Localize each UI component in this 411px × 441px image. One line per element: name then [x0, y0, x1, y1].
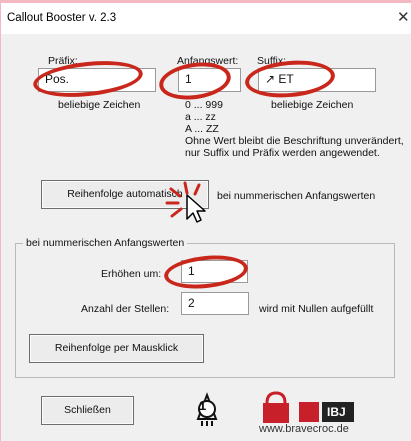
note-line-2: nur Suffix und Präfix werden angewendet.	[185, 147, 380, 159]
start-hint-3: A ... ZZ	[185, 123, 219, 135]
digits-note: wird mit Nullen aufgefüllt	[259, 303, 374, 315]
auto-order-note: bei nummerischen Anfangswerten	[217, 190, 376, 202]
close-button[interactable]: Schließen	[41, 396, 134, 425]
prefix-hint: beliebige Zeichen	[58, 99, 141, 111]
suffix-hint: beliebige Zeichen	[271, 99, 354, 111]
brand-url[interactable]: www.bravecroc.de	[259, 423, 349, 435]
ibj-logo-text: IBJ	[327, 405, 346, 419]
title-bar: Callout Booster v. 2.3 ✕	[1, 3, 411, 34]
window-title: Callout Booster v. 2.3	[7, 12, 117, 24]
start-hint-1: 0 ... 999	[185, 99, 223, 111]
cursor-icon	[165, 181, 206, 223]
close-icon[interactable]: ✕	[397, 8, 411, 28]
digits-input[interactable]: 2	[181, 292, 249, 315]
rocket-number: 1	[199, 398, 207, 413]
mouse-click-order-button[interactable]: Reihenfolge per Mausklick	[29, 334, 204, 363]
start-hint-2: a ... zz	[185, 111, 216, 123]
digits-label: Anzahl der Stellen:	[81, 303, 170, 315]
group-title: bei nummerischen Anfangswerten	[23, 237, 188, 249]
note-line-1: Ohne Wert bleibt die Beschriftung unverä…	[185, 135, 404, 147]
annotation-ellipse-start	[156, 58, 234, 104]
dialog-window: Callout Booster v. 2.3 ✕ Präfix: Pos. be…	[1, 3, 411, 441]
lock-icon	[263, 391, 289, 423]
increment-label: Erhöhen um:	[101, 268, 162, 280]
